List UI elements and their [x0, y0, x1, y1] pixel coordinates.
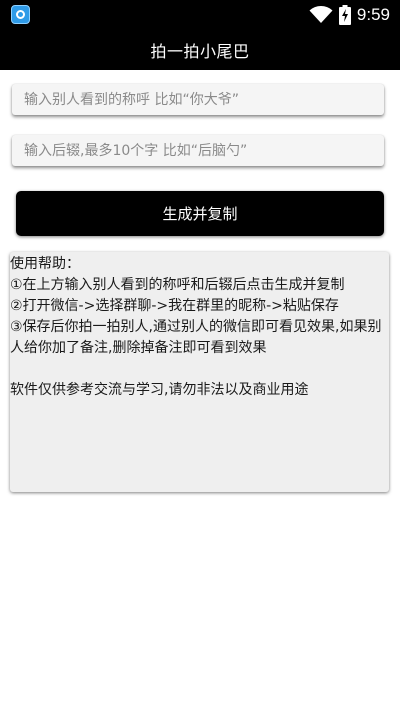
suffix-input[interactable]	[12, 135, 384, 166]
help-step-3: ③保存后你拍一拍别人,通过别人的微信即可看见效果,如果别人给你加了备注,删除掉备…	[10, 319, 382, 356]
help-step-2: ②打开微信->选择群聊->我在群里的昵称->粘贴保存	[10, 298, 339, 314]
page-title: 拍一拍小尾巴	[150, 42, 250, 61]
help-spacer	[10, 359, 387, 380]
name-input-container	[12, 84, 384, 115]
help-step-1: ①在上方输入别人看到的称呼和后辍后点击生成并复制	[10, 277, 345, 293]
wifi-icon	[309, 6, 333, 23]
app-notification-icon	[11, 5, 30, 24]
title-bar: 拍一拍小尾巴	[0, 30, 400, 70]
suffix-input-container	[12, 135, 384, 166]
help-text-area[interactable]: 使用帮助： ①在上方输入别人看到的称呼和后辍后点击生成并复制 ②打开微信->选择…	[10, 252, 389, 492]
name-input[interactable]	[12, 84, 384, 115]
status-bar: 9:59	[0, 0, 400, 30]
generate-copy-button[interactable]: 生成并复制	[16, 191, 384, 236]
help-title: 使用帮助：	[10, 256, 80, 272]
status-time: 9:59	[356, 5, 390, 24]
status-right-group: 9:59	[309, 0, 390, 30]
help-disclaimer: 软件仅供参考交流与学习,请勿非法以及商业用途	[10, 382, 309, 398]
battery-charging-icon	[338, 5, 351, 25]
